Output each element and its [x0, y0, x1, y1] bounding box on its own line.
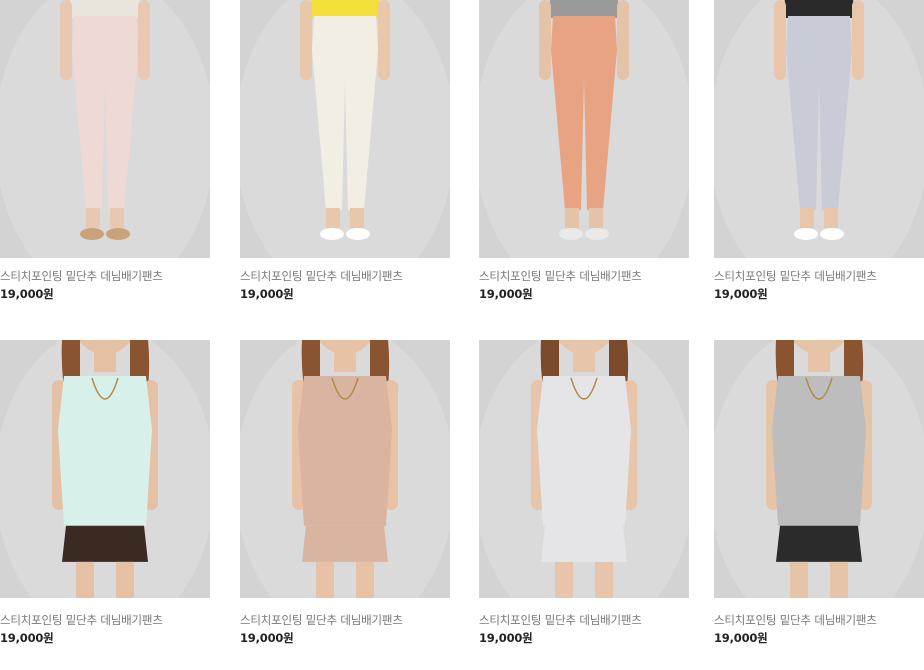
product-price: 19,000원	[240, 631, 294, 645]
product-price: 19,000원	[714, 287, 768, 301]
product-price: 19,000원	[0, 631, 54, 645]
product-image[interactable]	[240, 0, 450, 258]
product-name-link[interactable]: 스티치포인팅 밑단추 데님배기팬츠	[0, 268, 163, 284]
product-price: 19,000원	[479, 287, 533, 301]
product-name-link[interactable]: 스티치포인팅 밑단추 데님배기팬츠	[479, 268, 642, 284]
product-name-link[interactable]: 스티치포인팅 밑단추 데님배기팬츠	[714, 268, 877, 284]
product-image[interactable]	[714, 0, 924, 258]
model-figure-illustration	[714, 340, 924, 598]
product-image[interactable]	[479, 0, 689, 258]
product-price: 19,000원	[0, 287, 54, 301]
model-figure-illustration	[240, 0, 450, 258]
product-image[interactable]	[714, 340, 924, 598]
product-price: 19,000원	[714, 631, 768, 645]
product-image[interactable]	[240, 340, 450, 598]
model-figure-illustration	[479, 0, 689, 258]
product-image[interactable]	[0, 340, 210, 598]
product-name-link[interactable]: 스티치포인팅 밑단추 데님배기팬츠	[479, 612, 642, 628]
model-figure-illustration	[240, 340, 450, 598]
product-price: 19,000원	[240, 287, 294, 301]
model-figure-illustration	[0, 0, 210, 258]
model-figure-illustration	[714, 0, 924, 258]
product-name-link[interactable]: 스티치포인팅 밑단추 데님배기팬츠	[714, 612, 877, 628]
product-image[interactable]	[479, 340, 689, 598]
product-name-link[interactable]: 스티치포인팅 밑단추 데님배기팬츠	[240, 612, 403, 628]
model-figure-illustration	[479, 340, 689, 598]
product-price: 19,000원	[479, 631, 533, 645]
product-name-link[interactable]: 스티치포인팅 밑단추 데님배기팬츠	[0, 612, 163, 628]
model-figure-illustration	[0, 340, 210, 598]
product-name-link[interactable]: 스티치포인팅 밑단추 데님배기팬츠	[240, 268, 403, 284]
product-image[interactable]	[0, 0, 210, 258]
